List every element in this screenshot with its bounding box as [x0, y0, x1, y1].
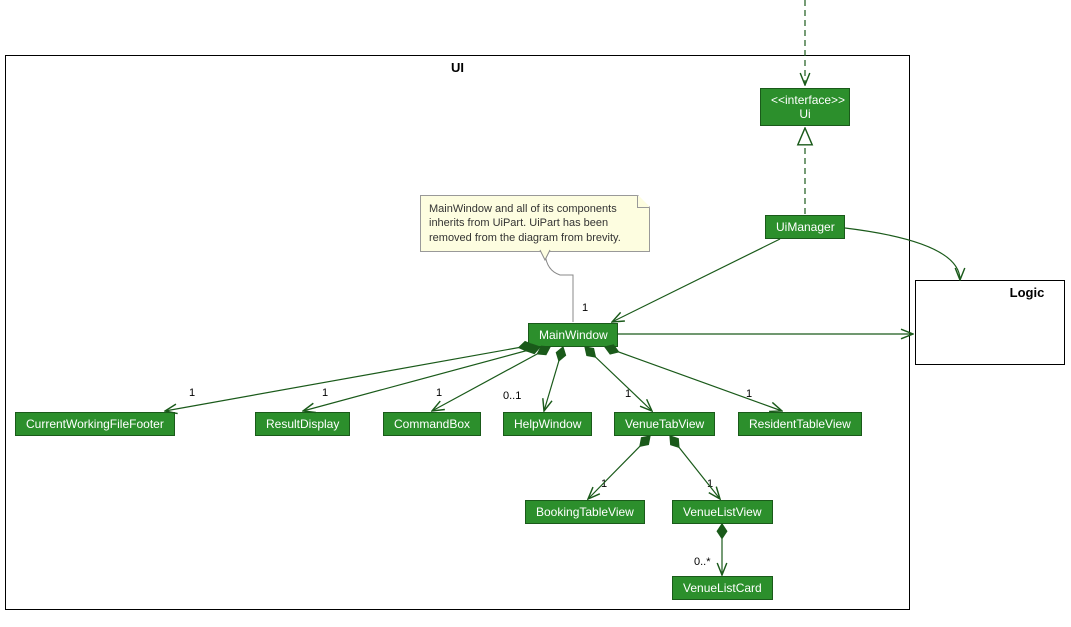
class-name: VenueListCard: [683, 581, 762, 595]
class-name: CommandBox: [394, 417, 470, 431]
class-name: BookingTableView: [536, 505, 634, 519]
class-ui-manager: UiManager: [765, 215, 845, 239]
class-name: VenueTabView: [625, 417, 704, 431]
class-name: CurrentWorkingFileFooter: [26, 417, 164, 431]
class-booking-table-view: BookingTableView: [525, 500, 645, 524]
mult-mw-hw: 0..1: [503, 390, 521, 402]
note-text: MainWindow and all of its components inh…: [429, 203, 621, 244]
uml-note: MainWindow and all of its components inh…: [420, 195, 650, 252]
package-logic-title: Logic: [1010, 285, 1045, 300]
class-resident-table-view: ResidentTableView: [738, 412, 862, 436]
class-venue-list-view: VenueListView: [672, 500, 773, 524]
package-logic: Logic: [915, 280, 1065, 365]
class-name: ResultDisplay: [266, 417, 339, 431]
class-cwff: CurrentWorkingFileFooter: [15, 412, 175, 436]
mult-vtv-btv: 1: [601, 478, 607, 490]
mult-mw-cwff: 1: [189, 387, 195, 399]
class-command-box: CommandBox: [383, 412, 481, 436]
class-venue-tab-view: VenueTabView: [614, 412, 715, 436]
package-ui-title: UI: [451, 60, 464, 75]
class-help-window: HelpWindow: [503, 412, 592, 436]
class-name: HelpWindow: [514, 417, 581, 431]
class-name: UiManager: [776, 220, 835, 234]
class-name: ResidentTableView: [749, 417, 851, 431]
class-name: Ui: [771, 107, 839, 121]
mult-mw-vtv: 1: [625, 388, 631, 400]
mult-mw-cb: 1: [436, 387, 442, 399]
class-result-display: ResultDisplay: [255, 412, 350, 436]
class-name: MainWindow: [539, 328, 608, 342]
class-main-window: MainWindow: [528, 323, 618, 347]
mult-uimgr-mw: 1: [582, 302, 588, 314]
mult-mw-rd: 1: [322, 387, 328, 399]
stereotype-label: <<interface>>: [771, 93, 839, 107]
mult-mw-rtv: 1: [746, 388, 752, 400]
class-venue-list-card: VenueListCard: [672, 576, 773, 600]
package-ui: UI: [5, 55, 910, 610]
mult-vtv-vlv: 1: [707, 478, 713, 490]
mult-vlv-vlc: 0..*: [694, 556, 711, 568]
class-name: VenueListView: [683, 505, 762, 519]
class-ui-interface: <<interface>> Ui: [760, 88, 850, 126]
